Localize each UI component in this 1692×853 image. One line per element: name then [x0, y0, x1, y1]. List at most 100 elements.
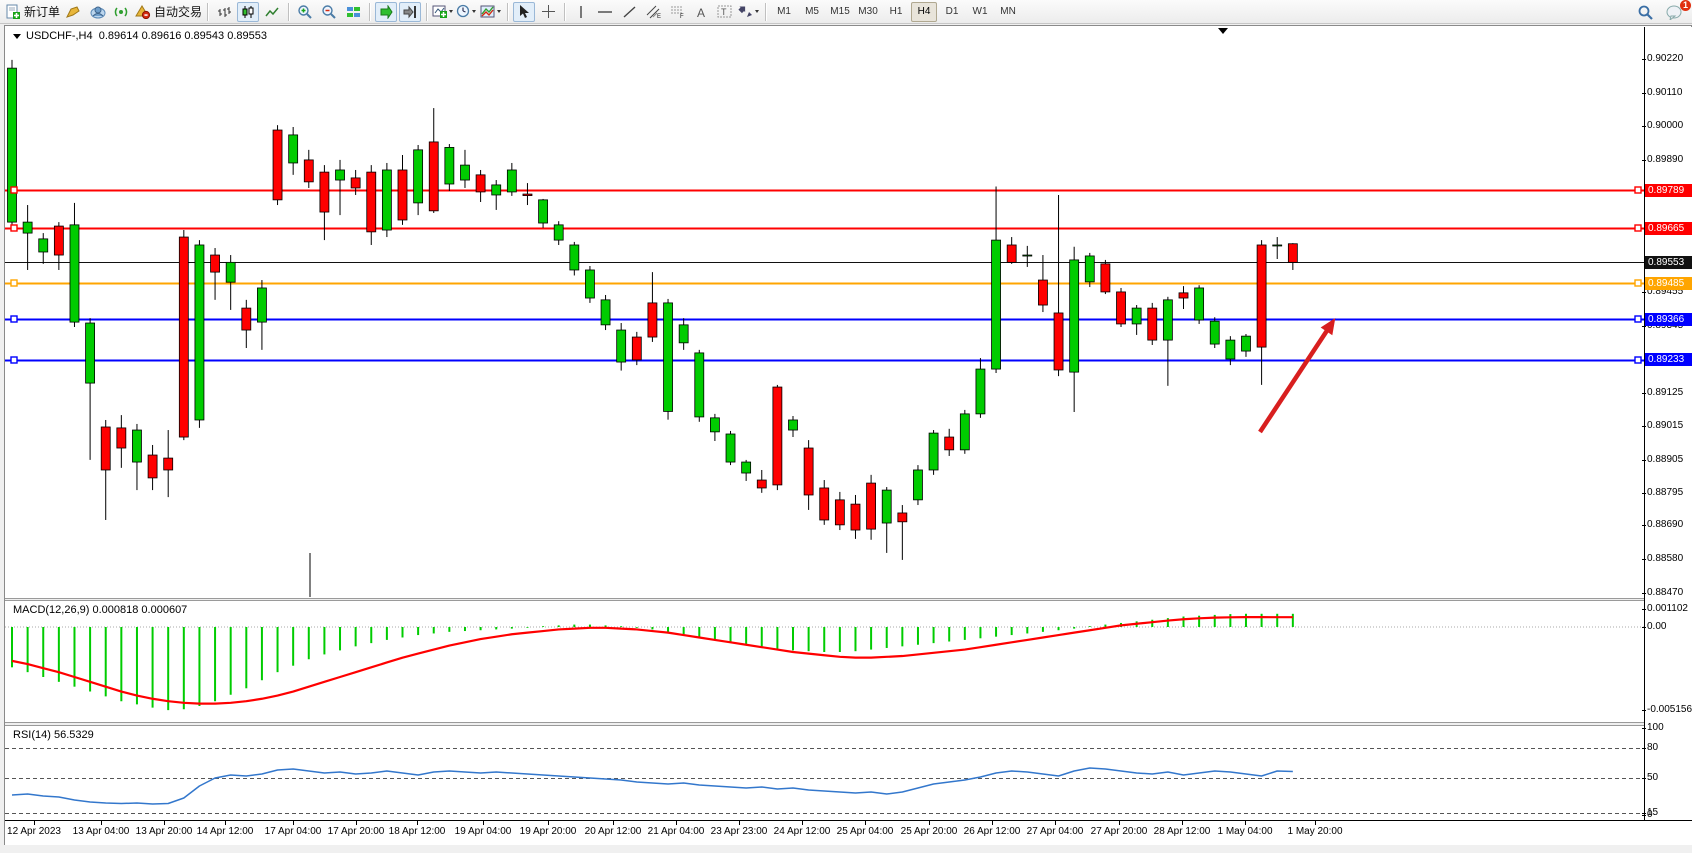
toolbar-separator — [426, 3, 427, 21]
y-axis-label: 0.88905 — [1647, 454, 1683, 465]
x-axis-label: 19 Apr 20:00 — [520, 826, 577, 837]
x-axis-label: 27 Apr 20:00 — [1091, 826, 1148, 837]
zoom-in-icon — [297, 4, 313, 19]
y-axis-label: 0.89125 — [1647, 387, 1683, 398]
new-order-button[interactable]: 新订单 — [5, 2, 60, 22]
auto-scroll-button[interactable] — [375, 2, 397, 22]
zoom-out-button[interactable] — [318, 2, 340, 22]
chart-window: USDCHF-,H4 0.89614 0.89616 0.89543 0.895… — [4, 25, 1692, 845]
x-axis-tick — [101, 821, 102, 825]
bar-chart-button[interactable] — [213, 2, 235, 22]
chart-shift-marker[interactable] — [1218, 28, 1228, 34]
new-order-label: 新订单 — [24, 3, 60, 20]
x-axis-label: 17 Apr 20:00 — [328, 826, 385, 837]
sound-button[interactable] — [62, 2, 84, 22]
periods-menu-button[interactable] — [456, 2, 478, 22]
signals-button[interactable] — [110, 2, 132, 22]
equidistant-channel-button[interactable]: E — [642, 2, 664, 22]
tab-timeframe-mn[interactable]: MN — [995, 2, 1021, 22]
candlestick-chart-icon — [241, 5, 256, 19]
tab-timeframe-w1[interactable]: W1 — [967, 2, 993, 22]
tab-timeframe-m30[interactable]: M30 — [855, 2, 881, 22]
svg-text:F: F — [680, 14, 684, 19]
x-axis-tick — [356, 821, 357, 825]
tile-windows-button[interactable] — [342, 2, 364, 22]
periods-menu-icon — [456, 4, 478, 19]
time-axis[interactable]: 12 Apr 202313 Apr 04:0013 Apr 20:0014 Ap… — [5, 820, 1692, 845]
tab-timeframe-m1[interactable]: M1 — [771, 2, 797, 22]
text-button[interactable]: A — [690, 2, 712, 22]
rsi-axis-label: 0 — [1647, 809, 1653, 820]
timeframe-group: M1M5M15M30H1H4D1W1MN — [770, 0, 1022, 24]
candlestick-canvas[interactable] — [5, 27, 1644, 598]
new-chart-menu-button[interactable] — [432, 2, 454, 22]
crosshair-button[interactable] — [537, 2, 559, 22]
rsi-axis-label: 80 — [1647, 742, 1658, 753]
y-axis-label: 0.88690 — [1647, 519, 1683, 530]
arrows-menu-button[interactable] — [738, 2, 760, 22]
one-click-trading-toggle-icon[interactable] — [13, 34, 21, 39]
tab-timeframe-h1[interactable]: H1 — [883, 2, 909, 22]
templates-menu-button[interactable] — [480, 2, 502, 22]
macd-canvas — [5, 601, 1644, 722]
svg-text:E: E — [657, 14, 661, 19]
x-axis-label: 13 Apr 04:00 — [73, 826, 130, 837]
y-axis-label: 0.89015 — [1647, 420, 1683, 431]
cursor-icon — [517, 4, 531, 19]
x-axis-label: 25 Apr 20:00 — [901, 826, 958, 837]
fibonacci-button[interactable]: F — [666, 2, 688, 22]
autotrade-icon — [134, 4, 151, 19]
toolbar-separator — [369, 3, 370, 21]
vertical-line-icon — [575, 5, 587, 19]
price-axis[interactable]: 0.902200.901100.900000.898900.894550.893… — [1644, 27, 1692, 822]
y-axis-label: 0.88470 — [1647, 587, 1683, 598]
toolbar-separator — [207, 3, 208, 21]
chart-shift-button[interactable] — [399, 2, 421, 22]
trendline-icon — [622, 5, 637, 19]
templates-menu-icon — [480, 4, 502, 19]
y-axis-label: 0.88795 — [1647, 487, 1683, 498]
candlestick-chart-button[interactable] — [237, 2, 259, 22]
auto-scroll-icon — [379, 5, 394, 19]
x-axis-label: 14 Apr 12:00 — [197, 826, 254, 837]
x-axis-label: 21 Apr 04:00 — [648, 826, 705, 837]
line-chart-button[interactable] — [261, 2, 283, 22]
x-axis-tick — [992, 821, 993, 825]
zoom-in-button[interactable] — [294, 2, 316, 22]
x-axis-tick — [34, 821, 35, 825]
trendline-button[interactable] — [618, 2, 640, 22]
x-axis-label: 23 Apr 23:00 — [711, 826, 768, 837]
mt4-window: 新订单 — [0, 0, 1692, 853]
tab-timeframe-d1[interactable]: D1 — [939, 2, 965, 22]
equidistant-channel-icon: E — [645, 4, 662, 19]
cursor-button[interactable] — [513, 2, 535, 22]
macd-pane[interactable]: MACD(12,26,9) 0.000818 0.000607 — [5, 601, 1644, 722]
main-chart-pane[interactable]: USDCHF-,H4 0.89614 0.89616 0.89543 0.895… — [5, 27, 1644, 598]
text-label-button[interactable]: T — [714, 2, 736, 22]
x-axis-tick — [802, 821, 803, 825]
tile-windows-icon — [346, 5, 361, 19]
chat-button[interactable]: 1 — [1663, 2, 1685, 22]
community-icon — [89, 4, 106, 19]
crosshair-icon — [541, 4, 556, 19]
y-axis-label: 0.89890 — [1647, 154, 1683, 165]
bar-chart-icon — [217, 5, 232, 19]
horizontal-line-button[interactable] — [594, 2, 616, 22]
text-icon: A — [695, 5, 708, 19]
price-badge: 0.89485 — [1645, 277, 1692, 290]
search-button[interactable] — [1634, 2, 1656, 22]
x-axis-label: 17 Apr 04:00 — [265, 826, 322, 837]
price-badge: 0.89553 — [1645, 256, 1692, 269]
tab-timeframe-m15[interactable]: M15 — [827, 2, 853, 22]
rsi-pane[interactable]: RSI(14) 56.5329 — [5, 726, 1644, 820]
vertical-line-button[interactable] — [570, 2, 592, 22]
new-order-icon — [5, 4, 21, 20]
autotrade-button[interactable]: 自动交易 — [134, 2, 202, 22]
x-axis-label: 26 Apr 12:00 — [964, 826, 1021, 837]
community-button[interactable] — [86, 2, 108, 22]
arrows-menu-icon — [738, 4, 760, 19]
autotrade-label: 自动交易 — [154, 3, 202, 20]
tab-timeframe-m5[interactable]: M5 — [799, 2, 825, 22]
signals-icon — [113, 4, 129, 19]
tab-timeframe-h4[interactable]: H4 — [911, 2, 937, 22]
